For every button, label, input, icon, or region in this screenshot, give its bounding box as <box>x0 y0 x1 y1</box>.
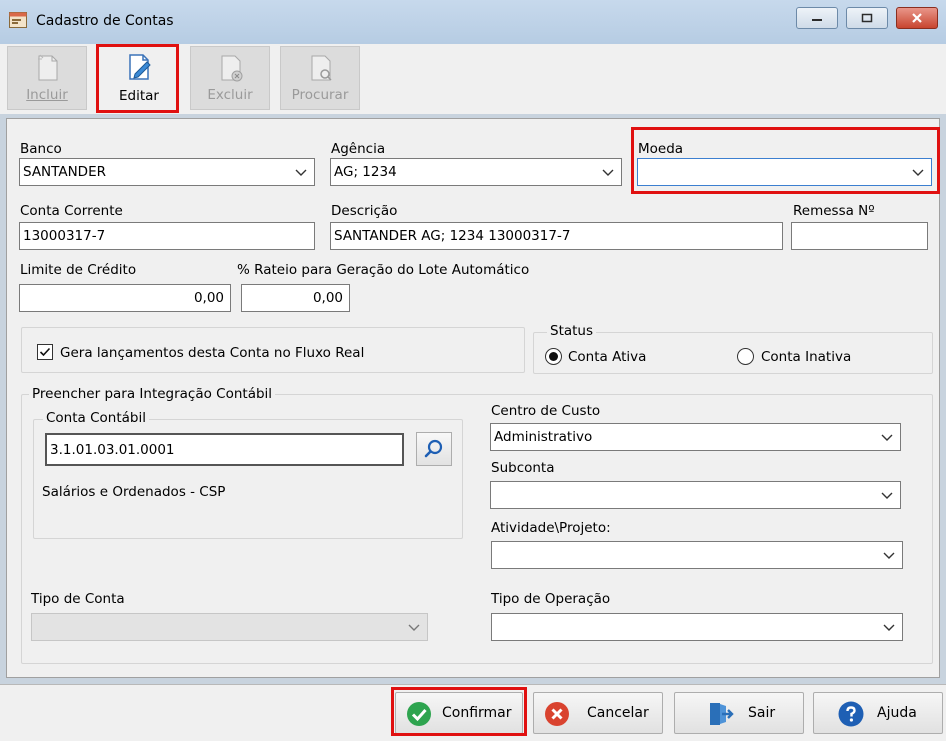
fluxo-real-label: Gera lançamentos desta Conta no Fluxo Re… <box>60 345 365 361</box>
incluir-button[interactable]: Incluir <box>7 46 87 110</box>
agencia-select[interactable]: AG; 1234 <box>330 158 622 186</box>
incluir-text: Incluir <box>26 87 68 103</box>
banco-value: SANTANDER <box>23 164 106 180</box>
close-icon <box>912 13 922 23</box>
centro-custo-label: Centro de Custo <box>491 403 601 419</box>
sair-button[interactable]: Sair <box>674 692 804 734</box>
rateio-input[interactable]: 0,00 <box>241 284 350 312</box>
minimize-button[interactable] <box>796 7 838 29</box>
radio-dot-icon <box>549 352 558 361</box>
tipo-operacao-select[interactable] <box>491 613 903 641</box>
conta-contabil-search-button[interactable] <box>416 432 452 466</box>
status-title: Status <box>547 323 597 339</box>
descricao-value: SANTANDER AG; 1234 13000317-7 <box>334 228 571 244</box>
agencia-label: Agência <box>331 141 386 157</box>
descricao-label: Descrição <box>331 203 398 219</box>
remessa-input[interactable] <box>791 222 928 250</box>
moeda-highlight <box>631 127 940 194</box>
delete-document-icon <box>221 55 243 82</box>
cadastro-contas-window: Cadastro de Contas Incluir Editar Exclui… <box>0 0 946 741</box>
confirmar-highlight <box>391 687 527 736</box>
atividade-label: Atividade\Projeto: <box>491 520 611 536</box>
ajuda-button[interactable]: Ajuda <box>813 692 943 734</box>
conta-contabil-input[interactable]: 3.1.01.03.01.0001 <box>45 433 404 466</box>
tipo-conta-label: Tipo de Conta <box>31 591 125 607</box>
title-bar: Cadastro de Contas <box>0 0 946 44</box>
limite-credito-label: Limite de Crédito <box>20 262 137 278</box>
excluir-label: Excluir <box>207 87 253 103</box>
conta-corrente-input[interactable]: 13000317-7 <box>19 222 315 250</box>
banco-select[interactable]: SANTANDER <box>19 158 315 186</box>
close-button[interactable] <box>896 7 938 29</box>
editar-highlight <box>96 44 179 113</box>
maximize-button[interactable] <box>846 7 888 29</box>
chevron-down-icon <box>881 492 893 499</box>
search-icon <box>424 439 443 458</box>
excluir-button[interactable]: Excluir <box>190 46 270 110</box>
conta-contabil-title: Conta Contábil <box>43 410 149 426</box>
descricao-input[interactable]: SANTANDER AG; 1234 13000317-7 <box>330 222 783 250</box>
subconta-label: Subconta <box>491 460 555 476</box>
exit-door-icon <box>710 703 734 725</box>
procurar-label: Procurar <box>291 87 349 103</box>
atividade-select[interactable] <box>491 541 903 569</box>
tipo-operacao-label: Tipo de Operação <box>491 591 611 607</box>
rateio-value: 0,00 <box>312 290 343 306</box>
help-icon <box>838 701 864 727</box>
conta-corrente-label: Conta Corrente <box>20 203 123 219</box>
chevron-down-icon <box>883 552 895 559</box>
conta-ativa-label: Conta Ativa <box>568 349 647 365</box>
cancelar-button[interactable]: Cancelar <box>533 692 663 734</box>
conta-inativa-label: Conta Inativa <box>761 349 852 365</box>
ajuda-label: Ajuda <box>877 705 917 721</box>
chevron-down-icon <box>295 169 307 176</box>
search-document-icon <box>311 55 332 81</box>
chevron-down-icon <box>881 434 893 441</box>
cancel-circle-icon <box>545 702 569 726</box>
maximize-icon <box>861 13 873 23</box>
subconta-select[interactable] <box>490 481 901 509</box>
conta-contabil-value: 3.1.01.03.01.0001 <box>50 442 175 458</box>
cancelar-label: Cancelar <box>587 705 649 721</box>
limite-credito-input[interactable]: 0,00 <box>19 284 231 312</box>
fluxo-real-checkbox[interactable] <box>37 344 53 360</box>
chevron-down-icon <box>883 624 895 631</box>
conta-corrente-value: 13000317-7 <box>23 228 106 244</box>
integracao-title: Preencher para Integração Contábil <box>29 386 276 402</box>
new-document-icon <box>38 54 58 81</box>
conta-ativa-radio[interactable] <box>545 348 562 365</box>
sair-label: Sair <box>748 705 776 721</box>
window-title: Cadastro de Contas <box>36 13 174 29</box>
agencia-value: AG; 1234 <box>334 164 397 180</box>
conta-inativa-radio[interactable] <box>737 348 754 365</box>
chevron-down-icon <box>408 624 420 631</box>
remessa-label: Remessa Nº <box>793 203 875 219</box>
centro-custo-select[interactable]: Administrativo <box>490 423 901 451</box>
incluir-label: Incluir <box>8 87 86 103</box>
app-icon <box>9 12 27 28</box>
procurar-button[interactable]: Procurar <box>280 46 360 110</box>
minimize-icon <box>812 19 822 21</box>
tipo-conta-select[interactable] <box>31 613 428 641</box>
conta-contabil-description: Salários e Ordenados - CSP <box>42 484 226 500</box>
banco-label: Banco <box>20 141 62 157</box>
limite-credito-value: 0,00 <box>193 290 224 306</box>
chevron-down-icon <box>602 169 614 176</box>
checkmark-icon <box>39 347 51 357</box>
rateio-label: % Rateio para Geração do Lote Automático <box>237 262 530 278</box>
centro-custo-value: Administrativo <box>494 429 593 445</box>
